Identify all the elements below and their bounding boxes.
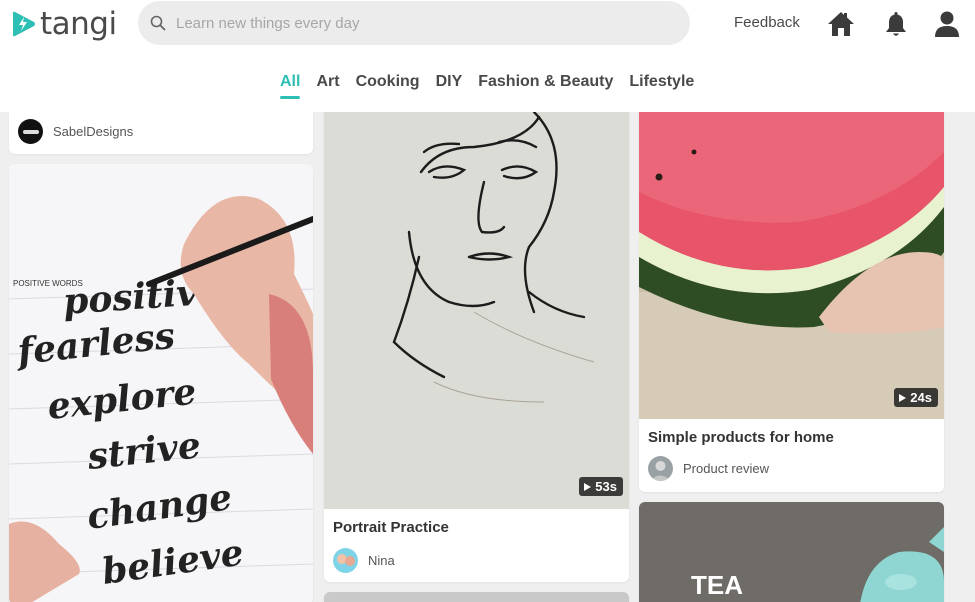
feedback-link[interactable]: Feedback <box>734 14 800 31</box>
search-input[interactable] <box>176 14 656 32</box>
video-thumbnail: TEA <box>639 502 944 602</box>
avatar <box>333 548 358 573</box>
tab-fashion-beauty[interactable]: Fashion & Beauty <box>478 73 613 91</box>
search-icon <box>150 15 166 31</box>
tab-all[interactable]: All <box>280 73 301 99</box>
tab-cooking[interactable]: Cooking <box>356 73 420 91</box>
card-author[interactable]: SabelDesigns <box>18 119 133 144</box>
video-card[interactable]: 53s Portrait Practice Nina <box>324 112 629 582</box>
video-card[interactable]: SabelDesigns <box>9 112 313 154</box>
card-author[interactable]: Nina <box>333 548 395 573</box>
home-icon[interactable] <box>826 9 856 39</box>
duration-badge: 24s <box>894 388 938 407</box>
duration-text: 53s <box>595 479 617 494</box>
search-bar[interactable] <box>138 1 690 45</box>
play-icon <box>584 482 592 491</box>
avatar <box>18 119 43 144</box>
card-title[interactable]: Simple products for home <box>648 429 834 446</box>
category-tabs: All Art Cooking DIY Fashion & Beauty Lif… <box>280 73 710 99</box>
duration-text: 24s <box>910 390 932 405</box>
video-card[interactable]: 24s Simple products for home Product rev… <box>639 112 944 492</box>
video-thumbnail <box>324 592 629 602</box>
video-card[interactable]: POSITIVE WORDS positive fearless explore… <box>9 164 313 602</box>
tab-art[interactable]: Art <box>316 73 339 91</box>
author-name: SabelDesigns <box>53 124 134 139</box>
tab-diy[interactable]: DIY <box>436 73 463 91</box>
duration-badge: 53s <box>579 477 623 496</box>
avatar <box>648 456 673 481</box>
video-card[interactable]: TEA <box>639 502 944 602</box>
bell-icon[interactable] <box>881 9 911 39</box>
video-thumbnail: POSITIVE WORDS positive fearless explore… <box>9 164 313 602</box>
brand-name: tangi <box>40 6 117 42</box>
tangi-logo[interactable]: tangi <box>9 6 117 42</box>
play-icon <box>899 393 907 402</box>
card-title[interactable]: Portrait Practice <box>333 519 449 536</box>
author-name: Nina <box>368 553 395 568</box>
user-icon[interactable] <box>932 9 962 39</box>
video-thumbnail <box>639 112 944 419</box>
top-header: tangi Feedback All Art Cooking DIY Fashi… <box>0 0 975 112</box>
tea-label: TEA <box>691 570 743 600</box>
card-author[interactable]: Product review <box>648 456 769 481</box>
tangi-logo-icon <box>13 11 35 37</box>
video-thumbnail <box>324 112 629 509</box>
video-card[interactable] <box>324 592 629 602</box>
author-name: Product review <box>683 461 769 476</box>
tab-lifestyle[interactable]: Lifestyle <box>629 73 694 91</box>
